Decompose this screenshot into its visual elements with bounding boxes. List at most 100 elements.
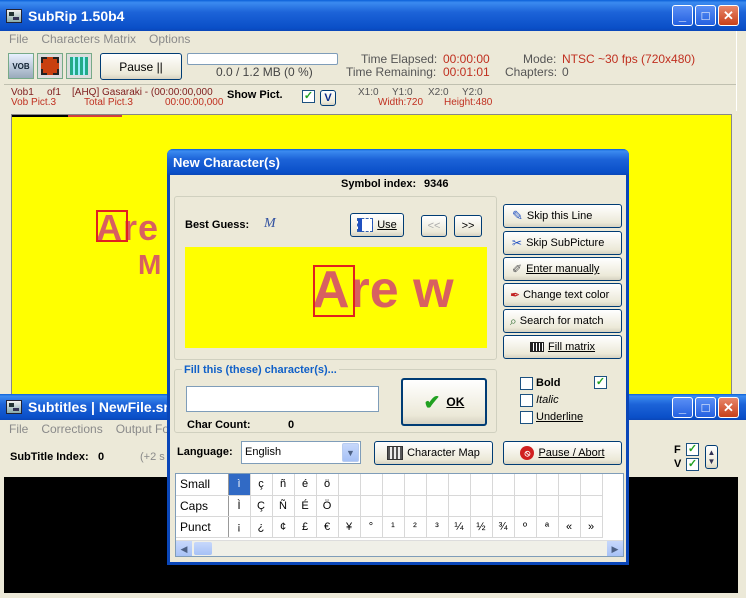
char-cell[interactable]: »	[580, 516, 603, 538]
char-cell[interactable]: é	[294, 474, 317, 496]
char-cell[interactable]: Ç	[250, 495, 273, 517]
v-button[interactable]: V	[320, 90, 336, 106]
char-cell[interactable]: Ö	[316, 495, 339, 517]
fill-label: Fill this (these) character(s)...	[182, 364, 339, 376]
subtitles-maximize-button[interactable]: □	[695, 397, 716, 418]
change-text-color-button[interactable]: ✒ Change text color	[503, 283, 622, 307]
char-cell[interactable]: ¿	[250, 516, 273, 538]
char-cell[interactable]	[514, 495, 537, 517]
symbol-index-value: 9346	[424, 178, 449, 190]
character-input[interactable]	[186, 386, 379, 412]
close-button[interactable]: ✕	[718, 5, 739, 26]
width-value: Width:720	[378, 97, 424, 108]
scroll-thumb[interactable]	[194, 542, 212, 555]
char-cell[interactable]	[426, 474, 449, 496]
subtitles-menu-file[interactable]: File	[9, 422, 28, 436]
next-button[interactable]: >>	[454, 215, 482, 237]
char-cell[interactable]: °	[360, 516, 383, 538]
menu-options[interactable]: Options	[149, 32, 190, 46]
char-cell[interactable]	[558, 474, 581, 496]
char-cell[interactable]: ñ	[272, 474, 295, 496]
char-cell[interactable]: €	[316, 516, 339, 538]
underline-checkbox[interactable]	[520, 411, 533, 424]
skip-subpicture-button[interactable]: ✂ Skip SubPicture	[503, 231, 622, 255]
char-cell[interactable]: ç	[250, 474, 273, 496]
show-pict-checkbox[interactable]: ✓	[302, 90, 315, 103]
subtitles-minimize-button[interactable]: _	[672, 397, 693, 418]
char-cell[interactable]	[580, 495, 603, 517]
char-cell[interactable]	[492, 495, 515, 517]
char-cell[interactable]	[470, 474, 493, 496]
char-cell[interactable]: ¼	[448, 516, 471, 538]
char-cell[interactable]	[448, 474, 471, 496]
search-for-match-button[interactable]: ⌕ Search for match	[503, 309, 622, 333]
scroll-right-icon[interactable]: ▶	[607, 541, 623, 556]
scroll-left-icon[interactable]: ◀	[176, 541, 192, 556]
language-select[interactable]: English ▼	[241, 441, 361, 464]
pause-button[interactable]: Pause ||	[100, 53, 182, 80]
char-cell[interactable]: ¾	[492, 516, 515, 538]
pause-abort-button[interactable]: ⦸ Pause / Abort	[503, 441, 622, 465]
char-cell[interactable]: ö	[316, 474, 339, 496]
char-cell[interactable]	[514, 474, 537, 496]
char-cell[interactable]	[448, 495, 471, 517]
use-button[interactable]: Use	[350, 213, 404, 237]
menu-characters-matrix[interactable]: Characters Matrix	[41, 32, 136, 46]
vob-icon[interactable]: VOB	[8, 53, 34, 79]
char-cell[interactable]	[360, 495, 383, 517]
symbol-index-label: Symbol index:	[341, 178, 417, 190]
film-icon[interactable]	[37, 53, 63, 79]
subtitles-close-button[interactable]: ✕	[718, 397, 739, 418]
italic-checkbox[interactable]	[520, 394, 533, 407]
char-cell[interactable]	[558, 495, 581, 517]
char-cell[interactable]	[404, 474, 427, 496]
char-cell[interactable]	[338, 495, 361, 517]
char-cell[interactable]: £	[294, 516, 317, 538]
skip-line-button[interactable]: ✎ Skip this Line	[503, 204, 622, 228]
char-cell[interactable]: ª	[536, 516, 559, 538]
char-cell[interactable]: ¡	[228, 516, 251, 538]
char-cell[interactable]: É	[294, 495, 317, 517]
char-cell[interactable]	[382, 495, 405, 517]
menu-file[interactable]: File	[9, 32, 28, 46]
prev-button[interactable]: <<	[421, 215, 447, 237]
matrix-icon[interactable]	[66, 53, 92, 79]
char-cell[interactable]: ½	[470, 516, 493, 538]
char-cell[interactable]	[360, 474, 383, 496]
horizontal-scrollbar[interactable]: ◀ ▶	[176, 540, 623, 556]
v-checkbox[interactable]: ✓	[686, 458, 699, 471]
char-cell[interactable]	[536, 495, 559, 517]
char-cell[interactable]: ¢	[272, 516, 295, 538]
char-cell[interactable]: ²	[404, 516, 427, 538]
char-cell[interactable]: º	[514, 516, 537, 538]
enter-manually-button[interactable]: ✐ Enter manually	[503, 257, 622, 281]
chapters-value: 0	[562, 65, 569, 79]
char-cell[interactable]	[404, 495, 427, 517]
f-checkbox[interactable]: ✓	[686, 443, 699, 456]
char-cell[interactable]: Ì	[228, 495, 251, 517]
minimize-button[interactable]: _	[672, 5, 693, 26]
char-cell[interactable]	[470, 495, 493, 517]
char-cell[interactable]	[338, 474, 361, 496]
char-row-punct: Punct ¡ ¿ ¢ £ € ¥ ° ¹ ² ³ ¼ ½ ¾ º ª «»	[176, 516, 603, 538]
bold-checkbox[interactable]	[520, 377, 533, 390]
char-cell[interactable]: ³	[426, 516, 449, 538]
style-checkbox[interactable]: ✓	[594, 376, 607, 389]
char-cell[interactable]	[536, 474, 559, 496]
char-cell[interactable]: «	[558, 516, 581, 538]
character-table: Small ì ç ñ é ö Caps Ì Ç Ñ É Ö Punct ¡ ¿ ¢ £ € ¥ ° ¹ ² ³ ¼ ½ ¾ º ª «…	[176, 474, 603, 538]
fill-matrix-button[interactable]: Fill matrix	[503, 335, 622, 359]
character-map-button[interactable]: Character Map	[374, 441, 493, 465]
char-cell[interactable]	[580, 474, 603, 496]
char-cell[interactable]: ¹	[382, 516, 405, 538]
char-cell[interactable]: ¥	[338, 516, 361, 538]
subtitles-menu-corrections[interactable]: Corrections	[41, 422, 102, 436]
char-cell[interactable]: Ñ	[272, 495, 295, 517]
char-cell[interactable]	[426, 495, 449, 517]
char-cell[interactable]	[382, 474, 405, 496]
index-spinner[interactable]: ▲ ▼	[705, 445, 718, 469]
char-cell[interactable]: ì	[228, 474, 251, 496]
maximize-button[interactable]: □	[695, 5, 716, 26]
ok-button[interactable]: ✔ OK	[401, 378, 487, 426]
char-cell[interactable]	[492, 474, 515, 496]
